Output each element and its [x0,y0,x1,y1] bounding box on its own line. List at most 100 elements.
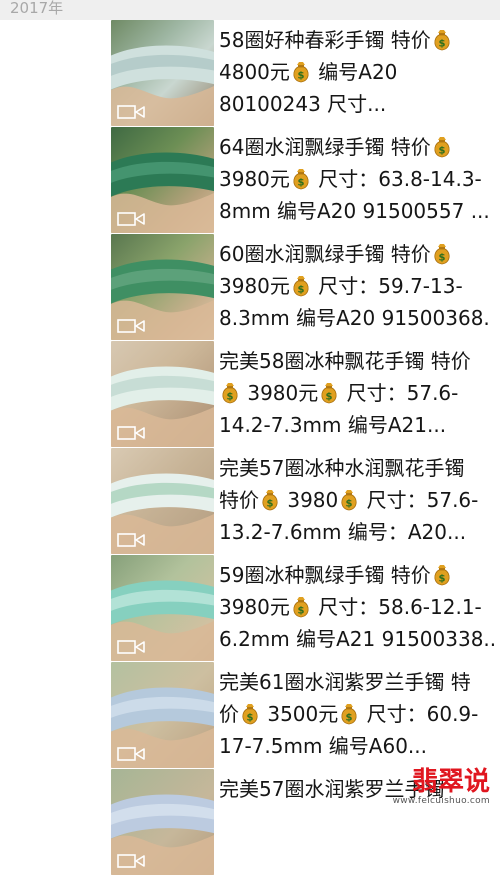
money-bag-icon: $ [291,60,311,83]
video-camera-icon [117,853,147,869]
post-description: 64圈水润飘绿手镯 特价 $3980元 $ 尺寸：63.8-14.3- 8mm 编号A… [219,131,497,227]
video-camera-icon [117,746,147,762]
money-bag-icon: $ [291,274,311,297]
post-item[interactable]: 完美61圈水润紫罗兰手镯 特价 $ 3500元 $ 尺寸：60.9- 17-7.5mm… [0,662,500,768]
description-text: 13.2-7.6mm 编号：A20... [219,520,467,544]
description-line: 80100243 尺寸... [219,88,497,120]
description-text: 3980元 [219,595,290,619]
money-bag-icon: $ [260,488,280,511]
svg-text:$: $ [438,253,445,264]
description-line: 3980元 $ 尺寸：63.8-14.3- [219,163,497,195]
svg-text:$: $ [227,392,234,403]
svg-text:$: $ [297,178,304,189]
svg-text:$: $ [346,499,353,510]
svg-text:$: $ [438,39,445,50]
bangle-video-thumbnail[interactable] [111,234,214,340]
description-line: 58圈好种春彩手镯 特价 $ [219,24,497,56]
bangle-video-thumbnail[interactable] [111,448,214,554]
money-bag-icon: $ [291,595,311,618]
post-item[interactable]: 60圈水润飘绿手镯 特价 $3980元 $ 尺寸：59.7-13- 8.3mm 编号A… [0,234,500,340]
money-bag-icon: $ [432,28,452,51]
money-bag-icon: $ [339,702,359,725]
post-description: 完美58圈冰种飘花手镯 特价 $ 3980元 $ 尺寸：57.6- 14.2-7.3m… [219,345,497,441]
description-line: 价 $ 3500元 $ 尺寸：60.9- [219,698,497,730]
bangle-video-thumbnail[interactable] [111,662,214,768]
post-item[interactable]: 58圈好种春彩手镯 特价 $4800元 $ 编号A20 80100243 尺寸... [0,20,500,126]
description-text: 14.2-7.3mm 编号A21... [219,413,447,437]
video-camera-icon [117,425,147,441]
description-text: 17-7.5mm 编号A60... [219,734,427,758]
post-description: 完美61圈水润紫罗兰手镯 特价 $ 3500元 $ 尺寸：60.9- 17-7.5mm… [219,666,497,762]
money-bag-icon: $ [432,135,452,158]
description-text: 完美57圈冰种水润飘花手镯 [219,456,465,480]
description-text: 尺寸：57.6- [340,381,459,405]
bangle-video-thumbnail[interactable] [111,341,214,447]
svg-text:$: $ [297,285,304,296]
description-text: 60圈水润飘绿手镯 特价 [219,242,431,266]
svg-text:$: $ [326,392,333,403]
post-description: 59圈冰种飘绿手镯 特价 $3980元 $ 尺寸：58.6-12.1- 6.2mm 编… [219,559,497,655]
description-text: 80100243 尺寸... [219,92,387,116]
watermark-url: www.feicuishuo.com [392,796,490,806]
description-text: 特价 [219,488,259,512]
year-header: 2017年 [0,0,500,20]
description-line: 3980元 $ 尺寸：59.7-13- [219,270,497,302]
description-line: 64圈水润飘绿手镯 特价 $ [219,131,497,163]
description-text: 6.2mm 编号A21 91500338... [219,627,497,651]
description-text: 完美58圈冰种飘花手镯 特价 [219,349,471,373]
description-text: 价 [219,702,239,726]
description-text: 尺寸：58.6-12.1- [311,595,482,619]
post-item[interactable]: 完美58圈冰种飘花手镯 特价 $ 3980元 $ 尺寸：57.6- 14.2-7.3m… [0,341,500,447]
description-text: 8mm 编号A20 91500557 ... [219,199,490,223]
description-line: 完美58圈冰种飘花手镯 特价 [219,345,497,377]
money-bag-icon: $ [339,488,359,511]
description-text: 3980元 [219,274,290,298]
money-bag-icon: $ [432,563,452,586]
description-text: 3980 [281,488,339,512]
description-text: 4800元 [219,60,290,84]
description-text: 64圈水润飘绿手镯 特价 [219,135,431,159]
description-line: 特价 $ 3980 $ 尺寸：57.6- [219,484,497,516]
description-text: 3980元 [241,381,319,405]
money-bag-icon: $ [432,242,452,265]
description-text: 编号A20 [311,60,398,84]
description-line: 60圈水润飘绿手镯 特价 $ [219,238,497,270]
description-line: 完美57圈冰种水润飘花手镯 [219,452,497,484]
description-line: 4800元 $ 编号A20 [219,56,497,88]
post-item[interactable]: 59圈冰种飘绿手镯 特价 $3980元 $ 尺寸：58.6-12.1- 6.2mm 编… [0,555,500,661]
description-line: $ 3980元 $ 尺寸：57.6- [219,377,497,409]
description-text: 尺寸：57.6- [360,488,479,512]
svg-text:$: $ [267,499,274,510]
svg-text:$: $ [438,574,445,585]
svg-text:$: $ [247,713,254,724]
description-line: 59圈冰种飘绿手镯 特价 $ [219,559,497,591]
money-bag-icon: $ [220,381,240,404]
video-camera-icon [117,211,147,227]
bangle-video-thumbnail[interactable] [111,769,214,875]
description-line: 13.2-7.6mm 编号：A20... [219,516,497,548]
post-description: 60圈水润飘绿手镯 特价 $3980元 $ 尺寸：59.7-13- 8.3mm 编号A… [219,238,497,334]
post-description: 完美57圈冰种水润飘花手镯 特价 $ 3980 $ 尺寸：57.6- 13.2-7.6m… [219,452,497,548]
post-description: 58圈好种春彩手镯 特价 $4800元 $ 编号A20 80100243 尺寸... [219,24,497,120]
description-text: 3980元 [219,167,290,191]
description-line: 8mm 编号A20 91500557 ... [219,195,497,227]
bangle-video-thumbnail[interactable] [111,555,214,661]
description-line: 8.3mm 编号A20 91500368. [219,302,497,334]
description-line: 完美61圈水润紫罗兰手镯 特 [219,666,497,698]
svg-text:$: $ [297,71,304,82]
post-item[interactable]: 完美57圈冰种水润飘花手镯 特价 $ 3980 $ 尺寸：57.6- 13.2-7.6m… [0,448,500,554]
description-text: 58圈好种春彩手镯 特价 [219,28,431,52]
watermark-title: 翡翠说 [411,767,490,797]
bangle-video-thumbnail[interactable] [111,20,214,126]
video-camera-icon [117,532,147,548]
description-text: 59圈冰种飘绿手镯 特价 [219,563,431,587]
description-line: 3980元 $ 尺寸：58.6-12.1- [219,591,497,623]
description-text: 尺寸：63.8-14.3- [311,167,482,191]
description-line: 6.2mm 编号A21 91500338... [219,623,497,655]
description-line: 14.2-7.3mm 编号A21... [219,409,497,441]
money-bag-icon: $ [240,702,260,725]
watermark: 翡翠说 www.feicuishuo.com [393,768,490,806]
svg-text:$: $ [438,146,445,157]
post-item[interactable]: 64圈水润飘绿手镯 特价 $3980元 $ 尺寸：63.8-14.3- 8mm 编号A… [0,127,500,233]
bangle-video-thumbnail[interactable] [111,127,214,233]
